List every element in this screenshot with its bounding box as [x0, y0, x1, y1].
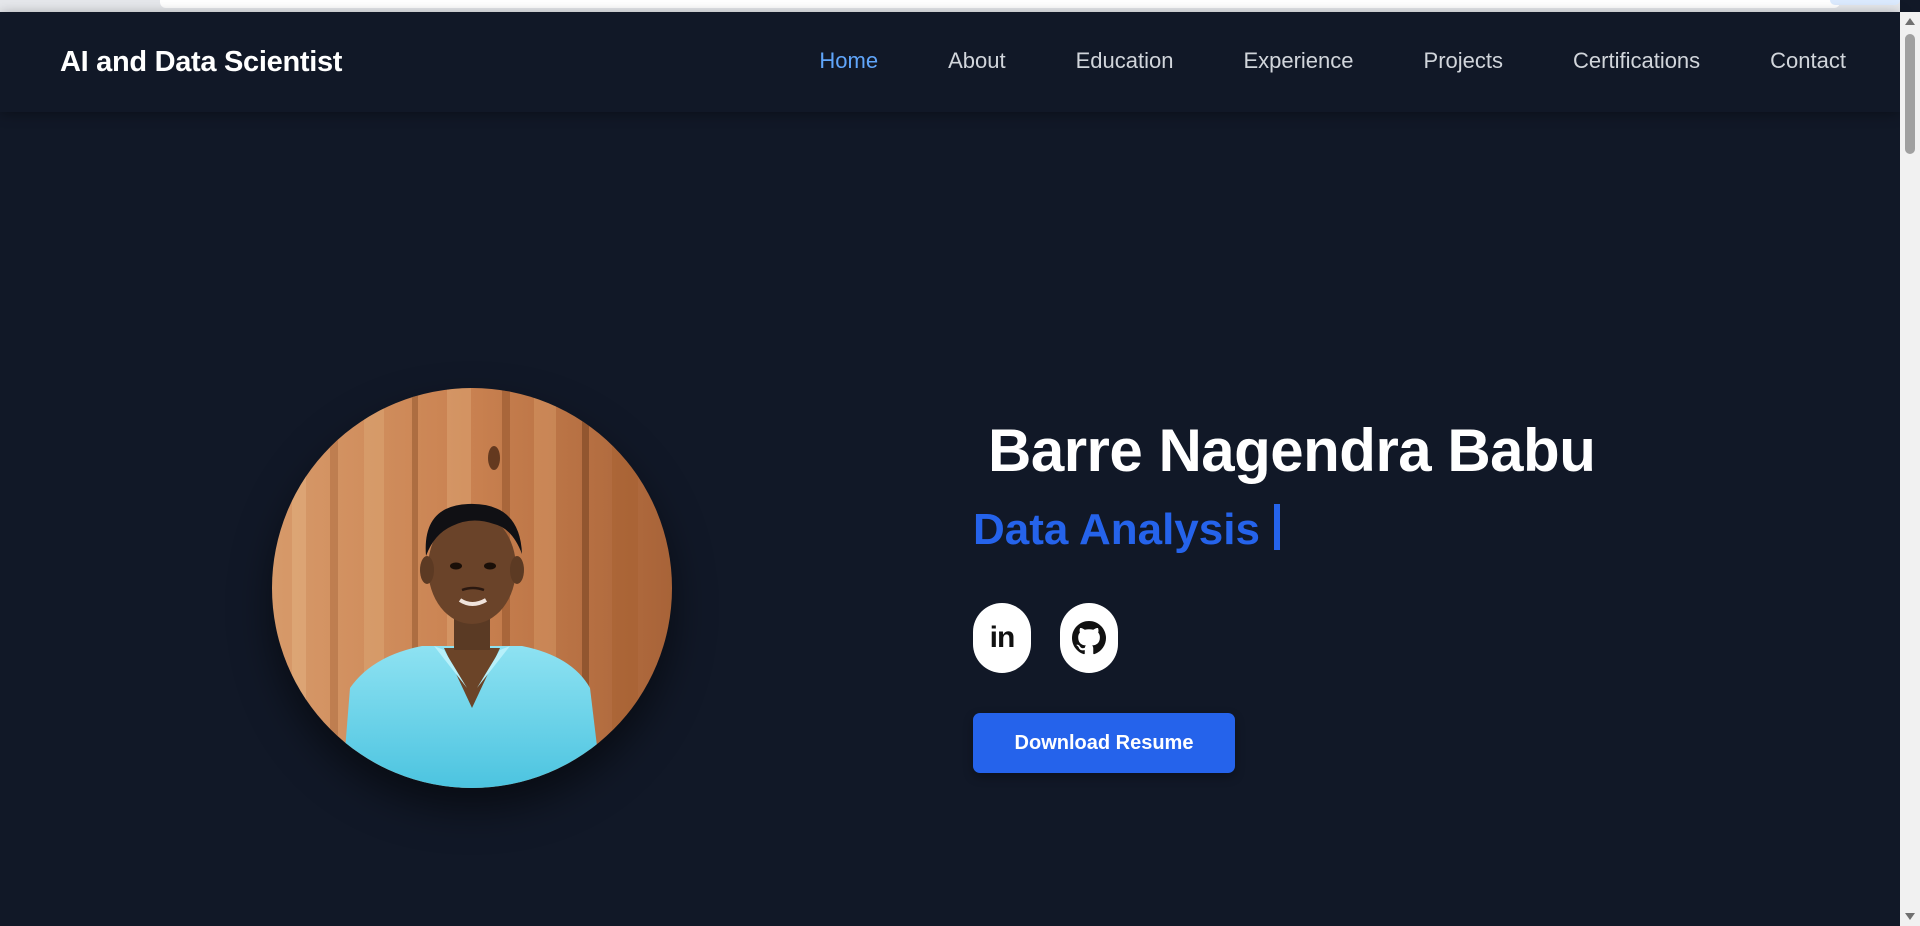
hero-name: Barre Nagendra Babu [988, 417, 1596, 484]
nav-link-projects[interactable]: Projects [1424, 48, 1503, 74]
nav-link-home[interactable]: Home [819, 48, 878, 74]
top-navbar: AI and Data Scientist Home About Educati… [0, 12, 1900, 112]
browser-strip-pill [1830, 0, 1900, 5]
nav-link-about[interactable]: About [948, 48, 1006, 74]
profile-photo-illustration [272, 388, 672, 788]
site-brand-title[interactable]: AI and Data Scientist [60, 46, 342, 79]
nav-link-experience[interactable]: Experience [1243, 48, 1353, 74]
typing-cursor [1273, 504, 1280, 550]
nav-link-education[interactable]: Education [1076, 48, 1174, 74]
profile-photo [272, 388, 672, 788]
scrollbar-thumb[interactable] [1905, 34, 1915, 154]
nav-link-certifications[interactable]: Certifications [1573, 48, 1700, 74]
hero-role-typing: Data Analysis [973, 504, 1280, 555]
linkedin-icon: in [989, 621, 1016, 654]
portfolio-page: AI and Data Scientist Home About Educati… [0, 12, 1900, 926]
scroll-up-arrow-icon[interactable] [1905, 18, 1915, 25]
download-resume-button[interactable]: Download Resume [973, 713, 1235, 773]
hero-role-text: Data Analysis [973, 505, 1260, 554]
scroll-down-arrow-icon[interactable] [1905, 913, 1915, 920]
github-button[interactable] [1060, 603, 1118, 673]
linkedin-button[interactable]: in [973, 603, 1031, 673]
page-scrollbar[interactable] [1900, 12, 1920, 926]
nav-link-contact[interactable]: Contact [1770, 48, 1846, 74]
nav-links: Home About Education Experience Projects… [819, 48, 1846, 74]
browser-top-strip [0, 0, 1900, 12]
github-icon [1072, 621, 1106, 655]
browser-address-strip [160, 0, 1840, 8]
